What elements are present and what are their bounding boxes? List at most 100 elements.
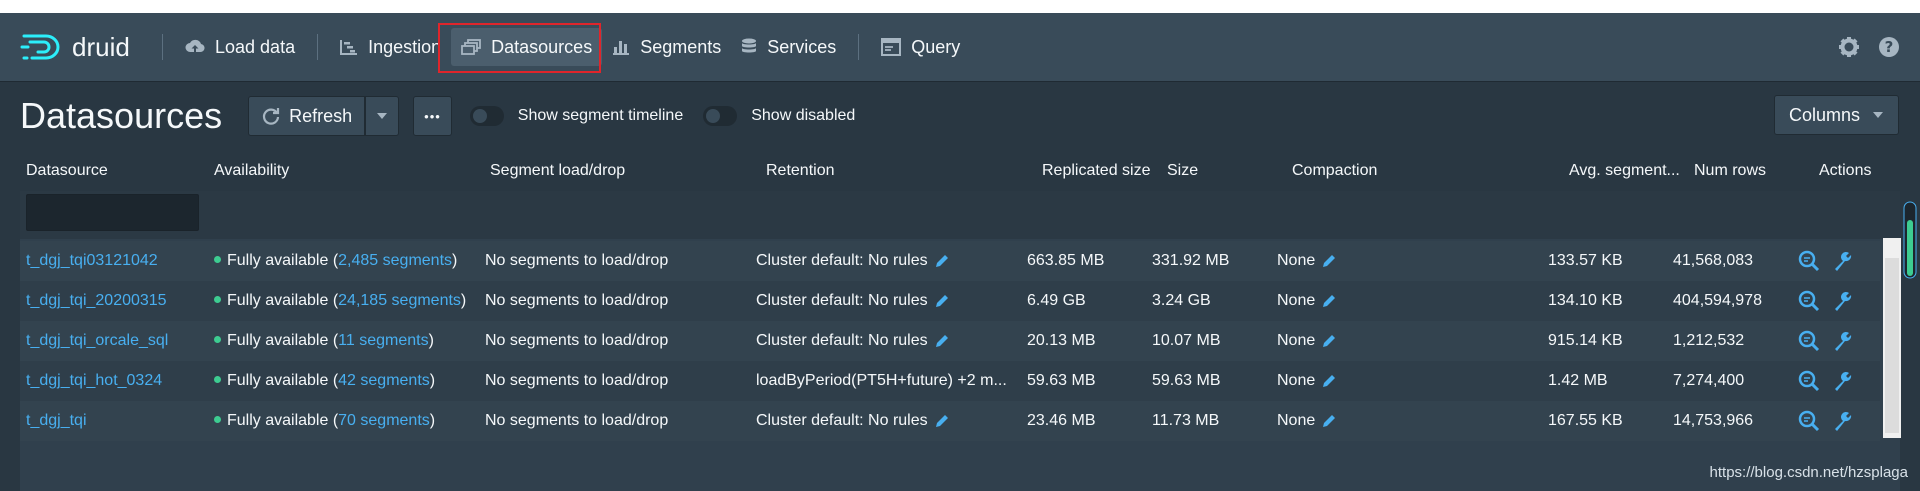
availability-suffix: ) <box>429 372 436 389</box>
availability-cell: Fully available (11 segments) <box>214 332 434 350</box>
toggle-segment-timeline-label: Show segment timeline <box>517 107 684 124</box>
datasource-filter-input[interactable] <box>26 194 199 231</box>
toggle-segment-timeline[interactable]: Show segment timeline <box>469 106 684 126</box>
retention-text: Cluster default: No rules <box>756 332 928 349</box>
search-icon[interactable] <box>1798 410 1820 432</box>
help-icon[interactable]: ? <box>1878 36 1900 58</box>
edit-icon[interactable] <box>934 253 950 269</box>
nav-services[interactable]: Services <box>731 28 846 66</box>
column-header-num-rows[interactable]: Num rows <box>1694 162 1766 180</box>
available-dot <box>214 336 221 344</box>
avg-segment-cell: 1.42 MB <box>1548 372 1608 389</box>
actions-cell <box>1798 330 1854 352</box>
datasource-link[interactable]: t_dgj_tqi_orcale_sql <box>26 332 168 350</box>
refresh-options-button[interactable] <box>365 96 400 136</box>
segments-link[interactable]: 2,485 segments <box>338 252 452 269</box>
retention-cell: Cluster default: No rules <box>756 332 950 350</box>
caret-down-icon <box>377 113 388 119</box>
segments-link[interactable]: 24,185 segments <box>338 292 461 309</box>
compaction-text: None <box>1277 252 1316 269</box>
annotation-highlight-box <box>438 23 601 73</box>
size-cell: 59.63 MB <box>1152 372 1221 389</box>
search-icon[interactable] <box>1798 370 1820 392</box>
load-drop-cell: No segments to load/drop <box>485 252 669 269</box>
column-header-availability[interactable]: Availability <box>214 162 289 180</box>
availability-suffix: ) <box>429 412 436 429</box>
column-header-replicated-size[interactable]: Replicated size <box>1042 162 1151 180</box>
availability-text: Fully available ( <box>227 292 339 309</box>
edit-icon[interactable] <box>1321 293 1337 309</box>
edit-icon[interactable] <box>934 413 950 429</box>
nav-ingestion[interactable]: Ingestion <box>330 28 451 66</box>
available-dot <box>214 296 221 304</box>
size-cell: 11.73 MB <box>1152 412 1220 429</box>
table-scrollbar-thumb[interactable] <box>1885 258 1899 433</box>
columns-button[interactable]: Columns <box>1773 95 1899 135</box>
wrench-icon[interactable] <box>1832 410 1854 432</box>
availability-cell: Fully available (70 segments) <box>214 412 435 430</box>
nav-query-label: Query <box>911 36 961 57</box>
load-drop-cell: No segments to load/drop <box>485 412 669 429</box>
nav-ingestion-label: Ingestion <box>368 36 442 57</box>
retention-cell: loadByPeriod(PT5H+future) +2 m... <box>756 372 1007 390</box>
datasource-link[interactable]: t_dgj_tqi03121042 <box>26 252 158 270</box>
watermark: https://blog.csdn.net/hzsplaga <box>1709 464 1908 481</box>
segments-link[interactable]: 70 segments <box>338 412 430 429</box>
wrench-icon[interactable] <box>1832 290 1854 312</box>
num-rows-cell: 7,274,400 <box>1673 372 1745 389</box>
column-header-compaction[interactable]: Compaction <box>1292 162 1377 180</box>
search-icon[interactable] <box>1798 290 1820 312</box>
availability-text: Fully available ( <box>227 332 339 349</box>
size-cell: 10.07 MB <box>1152 332 1221 349</box>
stacked-chart-icon <box>613 41 630 55</box>
edit-icon[interactable] <box>1321 333 1337 349</box>
table-row: t_dgj_tqi Fully available (70 segments) … <box>20 401 1880 441</box>
availability-suffix: ) <box>460 292 467 309</box>
wrench-icon[interactable] <box>1832 250 1854 272</box>
edit-icon[interactable] <box>1321 253 1337 269</box>
wrench-icon[interactable] <box>1832 330 1854 352</box>
replicated-size-cell: 23.46 MB <box>1027 412 1096 429</box>
segments-link[interactable]: 11 segments <box>338 332 428 349</box>
datasource-link[interactable]: t_dgj_tqi_hot_0324 <box>26 372 162 390</box>
column-header-avg-segment[interactable]: Avg. segment... <box>1569 162 1680 180</box>
druid-logo-icon <box>20 34 60 60</box>
availability-text: Fully available ( <box>227 372 339 389</box>
toggle-show-disabled-label: Show disabled <box>751 107 856 124</box>
avg-segment-cell: 167.55 KB <box>1548 412 1623 429</box>
compaction-text: None <box>1277 412 1316 429</box>
avg-segment-cell: 134.10 KB <box>1548 292 1623 309</box>
more-button[interactable]: ••• <box>413 96 452 136</box>
switch-show-disabled[interactable] <box>703 106 738 126</box>
table-row: t_dgj_tqi_orcale_sql Fully available (11… <box>20 321 1880 361</box>
column-header-datasource[interactable]: Datasource <box>26 162 108 180</box>
nav-load-data[interactable]: Load data <box>175 28 305 66</box>
table-row: t_dgj_tqi03121042 Fully available (2,485… <box>20 241 1880 281</box>
column-header-segment-load-drop[interactable]: Segment load/drop <box>490 162 625 180</box>
search-icon[interactable] <box>1798 250 1820 272</box>
refresh-button[interactable]: Refresh <box>248 96 366 136</box>
datasources-table: Datasource Availability Segment load/dro… <box>20 153 1900 491</box>
replicated-size-cell: 59.63 MB <box>1027 372 1096 389</box>
segments-link[interactable]: 42 segments <box>338 372 430 389</box>
availability-text: Fully available ( <box>227 252 339 269</box>
column-header-size[interactable]: Size <box>1167 162 1198 180</box>
compaction-cell: None <box>1277 412 1337 430</box>
gear-icon[interactable] <box>1838 36 1860 58</box>
toggle-show-disabled[interactable]: Show disabled <box>703 106 855 126</box>
edit-icon[interactable] <box>934 333 950 349</box>
datasource-link[interactable]: t_dgj_tqi_20200315 <box>26 292 167 310</box>
column-header-retention[interactable]: Retention <box>766 162 835 180</box>
datasource-link[interactable]: t_dgj_tqi <box>26 412 87 430</box>
page-scrollbar[interactable] <box>1900 200 1920 280</box>
switch-segment-timeline[interactable] <box>469 106 504 126</box>
search-icon[interactable] <box>1798 330 1820 352</box>
nav-segments[interactable]: Segments <box>602 28 731 66</box>
page-title: Datasources <box>20 95 223 136</box>
wrench-icon[interactable] <box>1832 370 1854 392</box>
nav-query[interactable]: Query <box>871 28 970 66</box>
druid-logo[interactable]: druid <box>20 32 150 63</box>
edit-icon[interactable] <box>1321 373 1337 389</box>
edit-icon[interactable] <box>1321 413 1337 429</box>
edit-icon[interactable] <box>934 293 950 309</box>
